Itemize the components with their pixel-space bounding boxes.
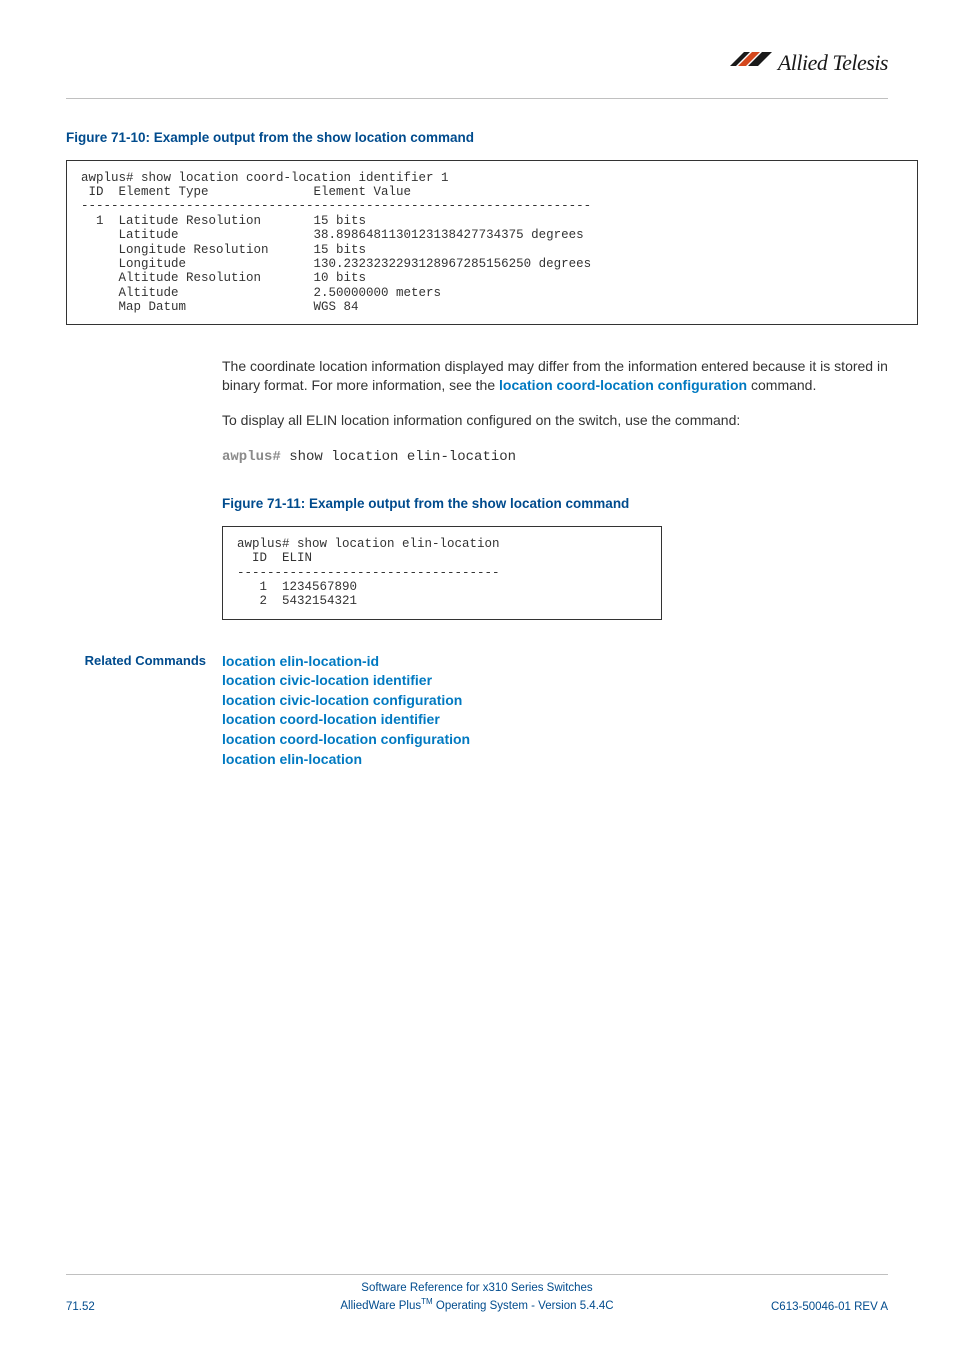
paragraph-coord-note: The coordinate location information disp… bbox=[222, 357, 888, 395]
para1-post: command. bbox=[747, 377, 816, 393]
related-commands-section: Related Commands location elin-location-… bbox=[66, 652, 888, 770]
footer-line1: Software Reference for x310 Series Switc… bbox=[66, 1281, 888, 1297]
figure-71-10-output: awplus# show location coord-location ide… bbox=[66, 160, 918, 326]
allied-telesis-icon bbox=[730, 52, 772, 74]
related-commands-label: Related Commands bbox=[66, 652, 222, 770]
link-location-coord-location-identifier[interactable]: location coord-location identifier bbox=[222, 710, 470, 730]
link-location-civic-location-configuration[interactable]: location civic-location configuration bbox=[222, 691, 470, 711]
footer-doc-rev: C613-50046-01 REV A bbox=[771, 1300, 888, 1316]
link-location-elin-location-id[interactable]: location elin-location-id bbox=[222, 652, 470, 672]
figure-71-10-caption: Figure 71-10: Example output from the sh… bbox=[66, 129, 888, 147]
link-location-elin-location[interactable]: location elin-location bbox=[222, 750, 470, 770]
link-coord-location-configuration-inline[interactable]: location coord-location configuration bbox=[499, 377, 747, 393]
figure-71-11-output: awplus# show location elin-location ID E… bbox=[222, 526, 662, 620]
document-page: Allied Telesis Figure 71-10: Example out… bbox=[0, 0, 954, 1350]
cli-prompt: awplus# bbox=[222, 449, 281, 465]
cli-command-elin: awplus# show location elin-location bbox=[222, 448, 888, 467]
link-location-civic-location-identifier[interactable]: location civic-location identifier bbox=[222, 671, 470, 691]
page-footer: Software Reference for x310 Series Switc… bbox=[66, 1274, 888, 1316]
cli-command-text: show location elin-location bbox=[281, 449, 516, 465]
brand-name: Allied Telesis bbox=[778, 48, 888, 78]
figure-71-11-caption: Figure 71-11: Example output from the sh… bbox=[222, 495, 888, 513]
page-header: Allied Telesis bbox=[66, 40, 888, 99]
footer-rule bbox=[66, 1274, 888, 1275]
brand-logo: Allied Telesis bbox=[730, 48, 888, 78]
footer-page-number: 71.52 bbox=[66, 1300, 95, 1316]
related-commands-list: location elin-location-id location civic… bbox=[222, 652, 470, 770]
paragraph-elin-intro: To display all ELIN location information… bbox=[222, 411, 888, 430]
link-location-coord-location-configuration[interactable]: location coord-location configuration bbox=[222, 730, 470, 750]
